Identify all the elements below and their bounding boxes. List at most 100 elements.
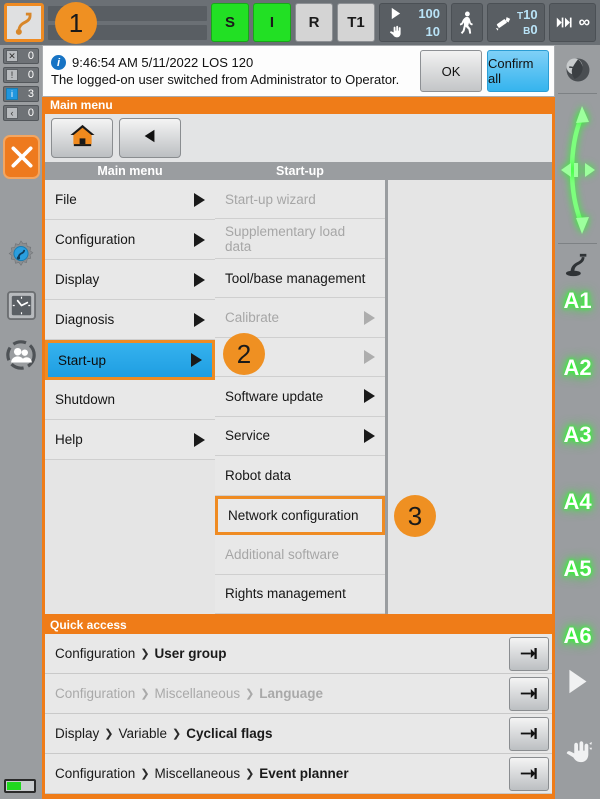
menu-item-label: File [55,192,77,207]
menu-column-main-filler [45,460,215,614]
menu-item-display[interactable]: Display [45,260,215,300]
increment-status[interactable]: ∞ [548,3,596,42]
play-triangle-icon[interactable] [555,660,600,702]
breadcrumb-part: Configuration [55,646,136,661]
chevron-right-icon: ❯ [245,688,255,700]
jog-override-value: 10 [425,24,441,39]
menu-item-diagnosis[interactable]: Diagnosis [45,300,215,340]
acknowledge-message-icon: ✕ [6,50,18,62]
world-coordinate-globe-icon[interactable] [555,49,600,91]
back-button[interactable] [119,118,181,158]
breadcrumb: Configuration ❯ Miscellaneous ❯ Language [55,686,509,701]
menu-item-configuration[interactable]: Configuration [45,220,215,260]
menu-item-label: Additional software [225,546,340,562]
pin-icon[interactable] [509,716,549,751]
chevron-right-icon: ❯ [104,728,114,740]
robot-axis-icon[interactable] [555,245,600,285]
menu-item-rights-management[interactable]: Rights management [215,574,385,615]
menu-item-label: Calibrate [225,310,280,326]
chevron-right-icon [194,432,205,447]
menu-column-empty [388,180,552,614]
column-headers: Main menu Start-up [45,162,552,180]
menu-item-label: Network configuration [228,507,359,523]
message-counter-notification[interactable]: i 3 [3,86,39,102]
axis-button-a2[interactable]: A2 [555,350,600,386]
confirm-all-button[interactable]: Confirm all [487,50,549,92]
menu-item-file[interactable]: File [45,180,215,220]
pin-icon[interactable] [509,676,549,711]
program-override-value: 100 [418,6,441,21]
message-counter-waiting[interactable]: ‹ 0 [3,105,39,121]
menu-column-main: File Configuration Display Diagnosis Sta… [45,180,215,614]
quick-access-item-event-planner[interactable]: Configuration ❯ Miscellaneous ❯ Event pl… [45,754,552,794]
notification-text[interactable]: i 9:46:54 AM 5/11/2022 LOS 120 The logge… [43,46,415,96]
pin-icon[interactable] [509,756,549,791]
quick-access-panel: Quick access Configuration ❯ User group … [42,617,555,799]
quick-access-item-user-group[interactable]: Configuration ❯ User group [45,634,552,674]
menu-item-service[interactable]: Service [215,416,385,457]
right-sidebar: A1 A2 A3 A4 A5 A6 [555,45,600,799]
divider [558,93,597,94]
increment-value: ∞ [578,13,590,31]
user-group-icon[interactable] [4,338,38,372]
menu-item-start-up[interactable]: Start-up [45,340,215,380]
submit-interpreter-status[interactable]: S [211,3,250,42]
menu-item-shutdown[interactable]: Shutdown [45,380,215,420]
axis-button-a6[interactable]: A6 [555,618,600,654]
override-status[interactable]: 100 10 [379,3,448,42]
axis-button-a1[interactable]: A1 [555,283,600,319]
divider [558,243,597,244]
hand-jog-icon[interactable] [555,730,600,772]
close-x-icon[interactable] [3,135,40,179]
breadcrumb-part: Miscellaneous [154,766,241,781]
column-header-startup: Start-up [276,164,324,178]
menu-item-robot-data[interactable]: Robot data [215,456,385,496]
home-button[interactable] [51,118,113,158]
kuka-robot-logo-icon[interactable] [4,3,44,42]
pin-icon[interactable] [509,636,549,671]
message-counter-status[interactable]: ! 0 [3,67,39,83]
quick-access-item-cyclical-flags[interactable]: Display ❯ Variable ❯ Cyclical flags [45,714,552,754]
operating-mode-status[interactable]: T1 [337,3,376,42]
menu-item-label: Start-up [58,352,107,368]
waiting-message-count: 0 [27,107,34,119]
chevron-right-icon: ❯ [140,768,150,780]
axis-label: A5 [563,556,592,581]
breadcrumb: Configuration ❯ Miscellaneous ❯ Event pl… [55,766,509,781]
menu-item-tool-base-management[interactable]: Tool/base management [215,258,385,299]
menu-item-label: Diagnosis [55,312,115,327]
ok-button[interactable]: OK [420,50,482,92]
chevron-right-icon [364,428,375,443]
pose-status[interactable] [451,3,484,42]
menu-item-software-update[interactable]: Software update [215,377,385,417]
robot-interpreter-status[interactable]: I [253,3,292,42]
quick-access-item-language[interactable]: Configuration ❯ Miscellaneous ❯ Language [45,674,552,714]
axis-label: A1 [563,288,592,313]
base-value: B0 [523,21,538,37]
walking-person-icon [458,11,476,34]
axis-label: A2 [563,355,592,380]
clock-icon[interactable] [4,288,38,322]
acknowledge-message-count: 0 [27,50,34,62]
left-sidebar: ✕ 0 ! 0 i 3 ‹ 0 [0,45,42,799]
menu-item-help[interactable]: Help [45,420,215,460]
waiting-message-icon: ‹ [6,107,18,119]
jog-direction-arrows-icon[interactable] [555,97,600,242]
notification-buttons: OK Confirm all [415,46,554,96]
chevron-right-icon [194,312,205,327]
tool-base-status[interactable]: T10 B0 [487,3,545,42]
callout-badge-2: 2 [223,333,265,375]
menu-item-label: Start-up wizard [225,191,316,207]
axis-button-a3[interactable]: A3 [555,417,600,453]
message-counter-acknowledge[interactable]: ✕ 0 [3,48,39,64]
menu-item-network-configuration[interactable]: Network configuration [215,495,385,536]
main-menu-panel-title: Main menu [50,98,113,112]
menu-item-calibrate: Calibrate [215,298,385,338]
chevron-right-icon: ❯ [140,648,150,660]
robot-settings-icon[interactable] [4,238,38,272]
drives-state-status[interactable]: R [295,3,334,42]
breadcrumb-part: Configuration [55,766,136,781]
axis-button-a5[interactable]: A5 [555,551,600,587]
axis-button-a4[interactable]: A4 [555,484,600,520]
callout-badge-1: 1 [55,2,97,44]
